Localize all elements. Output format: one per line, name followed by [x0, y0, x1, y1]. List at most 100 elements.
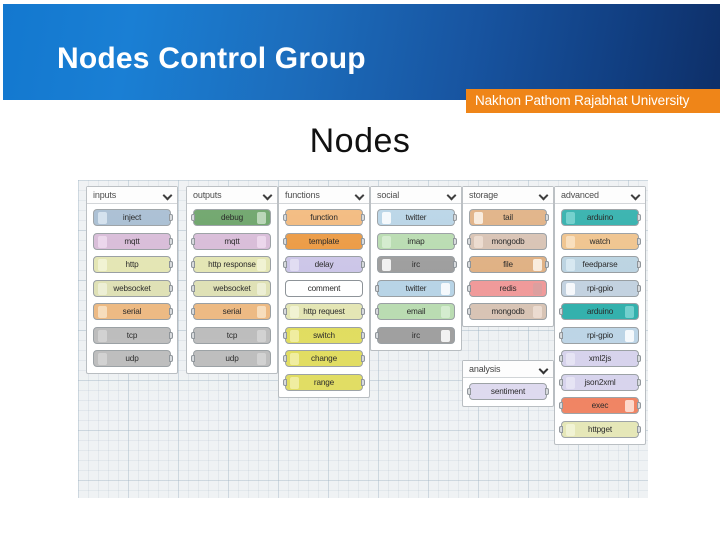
node-input-port[interactable] [467, 388, 471, 395]
node-input-port[interactable] [375, 331, 379, 339]
chevron-down-icon[interactable] [631, 191, 640, 200]
node-input-port[interactable] [283, 308, 287, 315]
palette-node-udp[interactable]: udp [93, 350, 173, 367]
node-input-port[interactable] [559, 308, 563, 315]
node-output-port[interactable] [453, 261, 457, 268]
node-output-port[interactable] [361, 237, 365, 245]
palette-node-tcp[interactable]: tcp [93, 326, 173, 344]
node-output-port[interactable] [637, 237, 641, 245]
palette-node-udp[interactable]: udp [191, 350, 271, 367]
node-input-port[interactable] [191, 331, 195, 339]
palette-category-social[interactable]: social twitter imap irc twitter email irc [370, 186, 462, 351]
palette-node-function[interactable]: function [283, 209, 365, 226]
palette-category-inputs[interactable]: inputs inject mqtt http websocket serial tcp ud… [86, 186, 178, 374]
node-input-port[interactable] [283, 331, 287, 339]
node-input-port[interactable] [191, 355, 195, 362]
category-header-storage[interactable]: storage [463, 187, 553, 204]
node-input-port[interactable] [283, 261, 287, 268]
node-output-port[interactable] [361, 261, 365, 268]
palette-node-twitter[interactable]: twitter [377, 209, 457, 226]
palette-node-http-request[interactable]: http request [283, 303, 365, 320]
chevron-down-icon[interactable] [263, 191, 272, 200]
palette-node-xml2js[interactable]: xml2js [559, 350, 641, 367]
palette-node-mongodb[interactable]: mongodb [467, 303, 547, 320]
node-output-port[interactable] [169, 214, 173, 221]
palette-node-httpget[interactable]: httpget [559, 420, 641, 438]
category-header-social[interactable]: social [371, 187, 461, 204]
palette-node-template[interactable]: template [283, 232, 365, 250]
palette-category-storage[interactable]: storage tail mongodb file redis mongodb [462, 186, 554, 327]
node-output-port[interactable] [169, 331, 173, 339]
palette-node-debug[interactable]: debug [191, 209, 271, 226]
node-output-port[interactable] [361, 331, 365, 339]
node-output-port[interactable] [169, 308, 173, 315]
node-input-port[interactable] [559, 331, 563, 339]
node-output-port[interactable] [637, 261, 641, 268]
category-header-analysis[interactable]: analysis [463, 361, 553, 378]
palette-node-imap[interactable]: imap [377, 232, 457, 250]
palette-node-tcp[interactable]: tcp [191, 326, 271, 344]
palette-node-arduino[interactable]: arduino [559, 303, 639, 320]
category-header-inputs[interactable]: inputs [87, 187, 177, 204]
palette-node-feedparse[interactable]: feedparse [561, 256, 641, 273]
node-input-port[interactable] [467, 308, 471, 315]
node-input-port[interactable] [375, 308, 379, 315]
chevron-down-icon[interactable] [163, 191, 172, 200]
node-output-port[interactable] [637, 378, 641, 386]
node-input-port[interactable] [467, 237, 471, 245]
palette-node-mongodb[interactable]: mongodb [467, 232, 547, 250]
palette-node-serial[interactable]: serial [93, 303, 173, 320]
node-output-port[interactable] [637, 214, 641, 221]
node-output-port[interactable] [361, 214, 365, 221]
node-output-port[interactable] [169, 237, 173, 245]
node-output-port[interactable] [169, 284, 173, 292]
category-header-advanced[interactable]: advanced [555, 187, 645, 204]
palette-node-sentiment[interactable]: sentiment [467, 383, 549, 400]
node-output-port[interactable] [361, 378, 365, 386]
palette-node-irc[interactable]: irc [377, 256, 457, 273]
chevron-down-icon[interactable] [539, 365, 548, 374]
palette-node-serial[interactable]: serial [191, 303, 271, 320]
palette-node-watch[interactable]: watch [561, 232, 641, 250]
node-input-port[interactable] [559, 402, 563, 409]
node-output-port[interactable] [637, 425, 641, 433]
node-input-port[interactable] [191, 237, 195, 245]
node-output-port[interactable] [169, 355, 173, 362]
palette-node-websocket[interactable]: websocket [93, 279, 173, 297]
palette-node-websocket[interactable]: websocket [191, 279, 271, 297]
palette-node-json2xml[interactable]: json2xml [559, 373, 641, 391]
palette-node-http[interactable]: http [93, 256, 173, 273]
node-output-port[interactable] [637, 284, 641, 292]
palette-node-range[interactable]: range [283, 373, 365, 391]
palette-node-email[interactable]: email [375, 303, 455, 320]
node-input-port[interactable] [191, 214, 195, 221]
palette-node-redis[interactable]: redis [467, 279, 547, 297]
palette-node-irc[interactable]: irc [375, 326, 455, 344]
node-input-port[interactable] [375, 284, 379, 292]
chevron-down-icon[interactable] [539, 191, 548, 200]
category-header-outputs[interactable]: outputs [187, 187, 277, 204]
palette-node-arduino[interactable]: arduino [561, 209, 641, 226]
palette-category-advanced[interactable]: advanced arduino watch feedparse rpi-gpio ard… [554, 186, 646, 445]
palette-node-mqtt[interactable]: mqtt [93, 232, 173, 250]
node-output-port[interactable] [361, 355, 365, 362]
chevron-down-icon[interactable] [447, 191, 456, 200]
node-output-port[interactable] [545, 388, 549, 395]
chevron-down-icon[interactable] [355, 191, 364, 200]
node-output-port[interactable] [361, 308, 365, 315]
node-input-port[interactable] [283, 378, 287, 386]
node-input-port[interactable] [191, 284, 195, 292]
category-header-functions[interactable]: functions [279, 187, 369, 204]
palette-node-rpi-gpio[interactable]: rpi-gpio [561, 279, 641, 297]
palette-node-mqtt[interactable]: mqtt [191, 232, 271, 250]
palette-category-analysis[interactable]: analysis sentiment [462, 360, 554, 407]
palette-node-inject[interactable]: inject [93, 209, 173, 226]
palette-category-functions[interactable]: functions function template delay comment htt… [278, 186, 370, 398]
node-input-port[interactable] [467, 284, 471, 292]
node-output-port[interactable] [169, 261, 173, 268]
node-input-port[interactable] [283, 237, 287, 245]
palette-node-comment[interactable]: comment [285, 279, 363, 297]
palette-node-switch[interactable]: switch [283, 326, 365, 344]
node-input-port[interactable] [191, 308, 195, 315]
node-output-port[interactable] [453, 214, 457, 221]
